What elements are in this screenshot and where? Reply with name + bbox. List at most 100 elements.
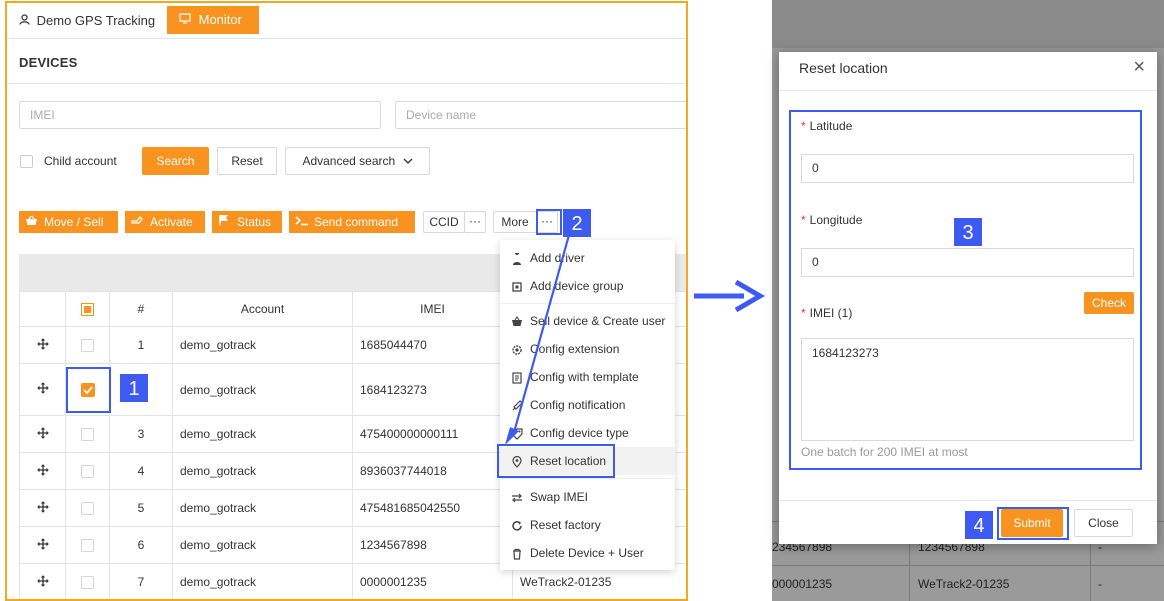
ccid-more-button[interactable]: ··· bbox=[464, 211, 486, 233]
checkbox-cell bbox=[65, 526, 110, 564]
highlight-submit bbox=[997, 507, 1069, 540]
move-sell-button[interactable]: Move / Sell bbox=[19, 211, 118, 233]
drag-handle-icon[interactable] bbox=[36, 337, 49, 353]
checkbox-cell bbox=[65, 415, 110, 453]
hand-icon bbox=[131, 211, 145, 233]
send-command-button[interactable]: Send command bbox=[289, 211, 415, 233]
row-checkbox[interactable] bbox=[81, 575, 94, 589]
drag-handle-icon[interactable] bbox=[36, 463, 49, 479]
trash-icon bbox=[510, 539, 524, 567]
dialog-title: Reset location bbox=[799, 60, 888, 76]
account-cell: demo_gotrack bbox=[172, 326, 353, 364]
drag-handle-icon[interactable] bbox=[36, 382, 49, 397]
drag-handle-cell bbox=[19, 563, 66, 599]
imei-cell: 475400000000111 bbox=[352, 415, 513, 453]
close-button[interactable]: Close bbox=[1074, 509, 1133, 537]
page-title: DEVICES bbox=[19, 55, 78, 70]
tab-monitor[interactable]: Monitor bbox=[167, 6, 259, 34]
drag-handle-cell bbox=[19, 326, 66, 364]
refresh-icon bbox=[510, 511, 524, 539]
top-bar: Demo GPS Tracking Monitor bbox=[7, 3, 686, 39]
imei-cell: 475481685042550 bbox=[352, 489, 513, 527]
select-all-cell bbox=[65, 291, 110, 327]
menu-item-delete-device-user[interactable]: Delete Device + User bbox=[500, 539, 675, 567]
imei-cell: 1234567898 bbox=[352, 526, 513, 564]
child-account-label: Child account bbox=[44, 154, 117, 168]
highlight-form bbox=[789, 110, 1142, 470]
imei-cell: 8936037744018 bbox=[352, 452, 513, 490]
row-checkbox[interactable] bbox=[81, 427, 94, 441]
row-checkbox[interactable] bbox=[81, 464, 94, 478]
devices-panel: Demo GPS Tracking Monitor DEVICES IMEI D… bbox=[5, 1, 688, 601]
account-cell: demo_gotrack bbox=[172, 563, 353, 599]
child-account-checkbox[interactable] bbox=[20, 155, 33, 168]
row-checkbox[interactable] bbox=[81, 538, 94, 552]
tab-demo-label: Demo GPS Tracking bbox=[36, 13, 156, 28]
monitor-icon bbox=[179, 6, 195, 34]
tab-demo-gps-tracking[interactable]: Demo GPS Tracking bbox=[19, 8, 155, 34]
close-icon[interactable]: × bbox=[1133, 56, 1145, 79]
ccid-button[interactable]: CCID bbox=[423, 211, 465, 233]
chevron-down-icon bbox=[403, 148, 413, 174]
index-cell: 7 bbox=[109, 563, 173, 599]
bg-cell-b3: - bbox=[1098, 577, 1102, 591]
status-label: Status bbox=[237, 215, 272, 229]
account-cell: demo_gotrack bbox=[172, 489, 353, 527]
menu-item-label: Delete Device + User bbox=[530, 546, 644, 560]
send-command-label: Send command bbox=[314, 215, 399, 229]
checkbox-cell bbox=[65, 489, 110, 527]
drag-handle-cell bbox=[19, 415, 66, 453]
search-button[interactable]: Search bbox=[142, 147, 209, 175]
select-all-checkbox[interactable] bbox=[81, 302, 94, 316]
row-checkbox[interactable] bbox=[81, 338, 94, 352]
checkbox-cell bbox=[65, 452, 110, 490]
drag-handle-icon[interactable] bbox=[36, 426, 49, 442]
tab-monitor-label: Monitor bbox=[198, 12, 242, 27]
imei-search-input[interactable]: IMEI bbox=[19, 101, 381, 129]
drag-handle-cell bbox=[19, 526, 66, 564]
imei-cell: 1685044470 bbox=[352, 326, 513, 364]
status-button[interactable]: Status bbox=[212, 211, 282, 233]
activate-button[interactable]: Activate bbox=[125, 211, 205, 233]
step-1-badge: 1 bbox=[119, 373, 149, 403]
index-cell: 1 bbox=[109, 326, 173, 364]
index-cell: 3 bbox=[109, 415, 173, 453]
account-cell: demo_gotrack bbox=[172, 526, 353, 564]
imei-cell: 0000001235 bbox=[352, 563, 513, 599]
index-cell: 5 bbox=[109, 489, 173, 527]
divider bbox=[7, 83, 686, 84]
drag-handle-icon[interactable] bbox=[36, 500, 49, 516]
drag-handle-icon[interactable] bbox=[36, 574, 49, 590]
basket-icon bbox=[25, 211, 39, 233]
menu-item-swap-imei[interactable]: Swap IMEI bbox=[500, 483, 675, 511]
activate-label: Activate bbox=[150, 215, 193, 229]
drag-handle-icon[interactable] bbox=[36, 537, 49, 553]
checkbox-cell bbox=[65, 326, 110, 364]
advanced-search-label: Advanced search bbox=[302, 154, 396, 168]
index-cell: 4 bbox=[109, 452, 173, 490]
index-cell: 6 bbox=[109, 526, 173, 564]
drag-handle-cell bbox=[19, 489, 66, 527]
account-cell: demo_gotrack bbox=[172, 415, 353, 453]
imei-header: IMEI bbox=[352, 291, 513, 327]
more-button[interactable]: More bbox=[493, 211, 537, 233]
menu-item-reset-factory[interactable]: Reset factory bbox=[500, 511, 675, 539]
account-header: Account bbox=[172, 291, 353, 327]
user-icon bbox=[19, 9, 33, 35]
device-name-input[interactable]: Device name bbox=[395, 101, 686, 129]
highlight-checkbox bbox=[66, 367, 111, 413]
advanced-search-button[interactable]: Advanced search bbox=[285, 147, 430, 175]
move-sell-label: Move / Sell bbox=[44, 215, 104, 229]
row-checkbox[interactable] bbox=[81, 501, 94, 515]
swap-icon bbox=[510, 483, 524, 511]
menu-item-label: Swap IMEI bbox=[530, 490, 589, 504]
transition-arrow-icon bbox=[694, 279, 765, 313]
index-header: # bbox=[109, 291, 173, 327]
checkbox-cell bbox=[65, 563, 110, 599]
dialog-divider bbox=[779, 90, 1157, 91]
reset-button[interactable]: Reset bbox=[217, 147, 277, 175]
imei-placeholder: IMEI bbox=[30, 108, 55, 122]
account-cell: demo_gotrack bbox=[172, 452, 353, 490]
menu-separator bbox=[500, 478, 675, 479]
device-name-cell-value: WeTrack2-01235 bbox=[520, 575, 612, 589]
